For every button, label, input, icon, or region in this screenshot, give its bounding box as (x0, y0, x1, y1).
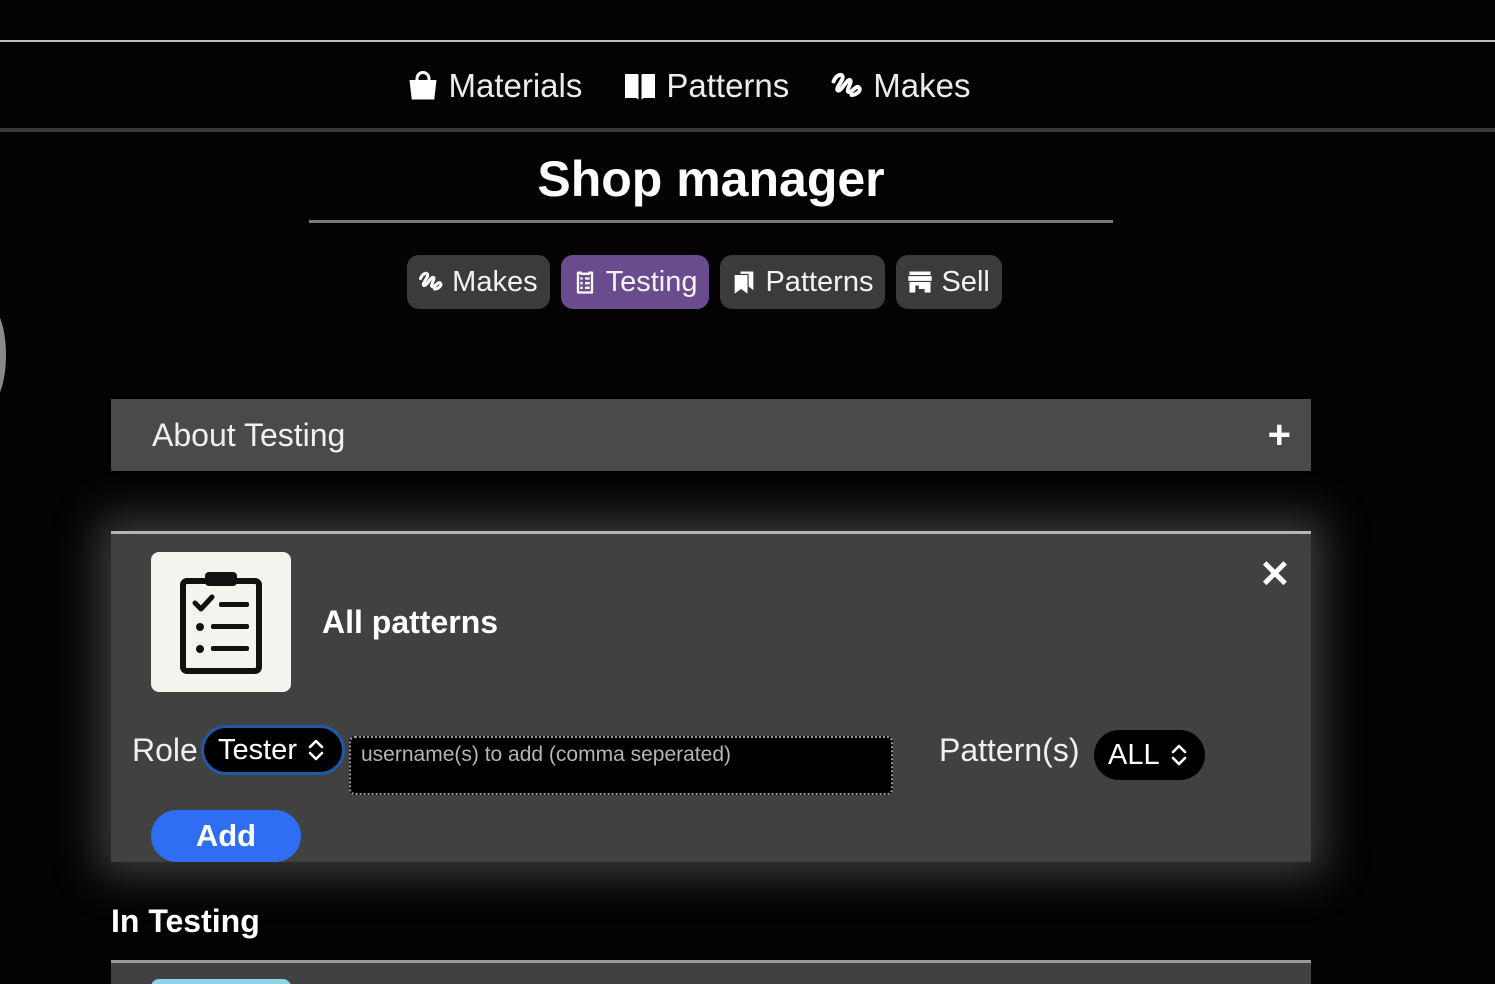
close-icon[interactable]: ✕ (1259, 556, 1291, 594)
nav-item-label: Makes (873, 67, 971, 104)
chevron-up-down-icon (307, 738, 325, 762)
about-testing-toggle[interactable]: About Testing + (111, 399, 1311, 471)
bookmark-book-icon (735, 271, 754, 294)
chevron-up-down-icon (1170, 743, 1188, 767)
tab-label: Patterns (765, 265, 874, 298)
tab-makes[interactable]: Makes (407, 255, 550, 309)
accordion-label: About Testing (152, 416, 346, 453)
top-divider (0, 40, 1495, 42)
shop-tabs: Makes Testing Patterns Sell (0, 255, 1495, 309)
usernames-input[interactable] (349, 736, 893, 795)
yarn-squiggle-icon (831, 72, 862, 97)
list-item-thumbnail (151, 979, 291, 984)
tab-testing[interactable]: Testing (560, 255, 710, 309)
main-nav: Materials Patterns Makes (0, 58, 1495, 114)
tab-label: Makes (452, 265, 538, 298)
role-select-value: Tester (218, 733, 297, 766)
plus-icon: + (1267, 413, 1291, 457)
tab-label: Sell (941, 265, 990, 298)
patterns-select-value: ALL (1108, 738, 1160, 771)
shopping-bag-icon (409, 71, 436, 100)
role-label: Role (132, 732, 198, 768)
list-item (111, 963, 1311, 984)
role-select[interactable]: Tester (201, 725, 345, 775)
title-underline (309, 220, 1113, 223)
clipboard-list-icon (576, 271, 593, 294)
nav-item-patterns[interactable]: Patterns (622, 67, 789, 105)
nav-item-materials[interactable]: Materials (405, 67, 583, 105)
yarn-squiggle-icon (419, 271, 443, 291)
add-button[interactable]: Add (151, 810, 301, 862)
patterns-select[interactable]: ALL (1094, 730, 1205, 780)
nav-item-label: Materials (448, 67, 583, 104)
nav-item-label: Patterns (666, 67, 790, 104)
nav-divider (0, 128, 1495, 132)
page-title: Shop manager (537, 151, 885, 207)
card-title: All patterns (322, 604, 499, 640)
test-group-card: All patterns ✕ Role Tester Pattern(s) AL… (111, 531, 1311, 862)
patterns-label: Pattern(s) (939, 732, 1080, 768)
side-scroll-handle[interactable] (0, 305, 6, 405)
clipboard-checklist-icon (180, 572, 262, 674)
open-book-icon (625, 74, 656, 100)
storefront-icon (908, 271, 933, 293)
card-thumbnail (151, 552, 291, 692)
nav-item-makes[interactable]: Makes (829, 67, 970, 105)
tab-sell[interactable]: Sell (896, 255, 1002, 309)
in-testing-heading: In Testing (111, 903, 260, 939)
tab-patterns[interactable]: Patterns (720, 255, 886, 309)
tab-label: Testing (605, 265, 698, 298)
